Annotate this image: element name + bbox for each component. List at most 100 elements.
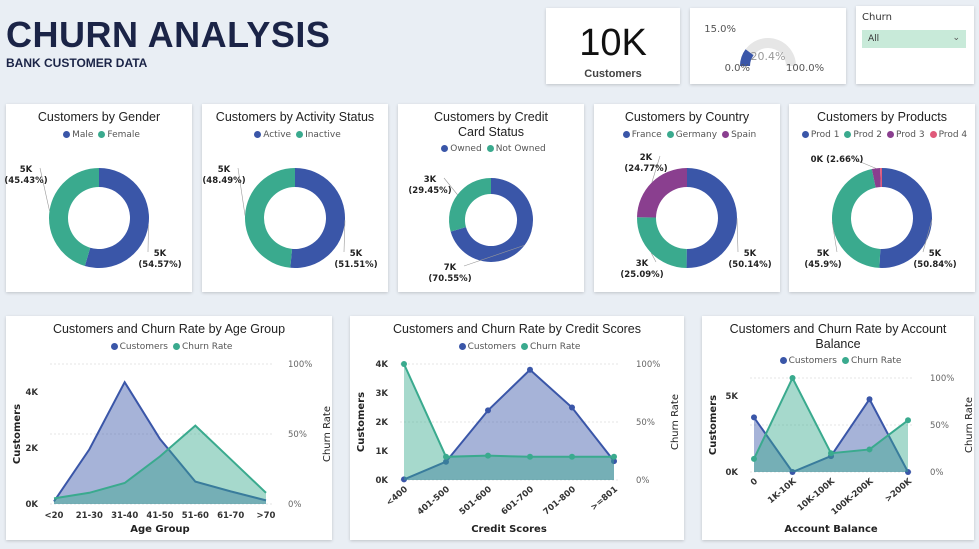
donut-chart: 5K(54.57%)5K(45.43%) xyxy=(4,165,181,270)
data-point xyxy=(485,407,491,414)
chevron-down-icon: ⌄ xyxy=(952,33,960,43)
data-point xyxy=(401,361,407,367)
donut-label-value: 2K xyxy=(640,153,653,163)
x-tick-label: >70 xyxy=(257,511,276,521)
y-axis-label: Customers xyxy=(356,392,367,452)
gauge-max-label: 100.0% xyxy=(786,63,824,74)
y-tick-label: 3K xyxy=(375,389,388,399)
y2-tick-label: 50% xyxy=(288,430,307,440)
x-tick-label: 501-600 xyxy=(458,485,494,518)
y-tick-label: 1K xyxy=(375,447,388,457)
donut-label-percent: (51.51%) xyxy=(334,260,377,270)
donut-label-percent: (48.49%) xyxy=(202,176,245,186)
churn-filter-dropdown[interactable]: All ⌄ xyxy=(862,30,966,48)
y2-tick-label: 100% xyxy=(636,360,660,370)
donut-label-value: 3K xyxy=(424,175,437,185)
donut-leader-line xyxy=(39,167,50,211)
data-point xyxy=(828,450,834,457)
y-tick-label: 0K xyxy=(25,500,38,510)
donut-label-percent: (25.09%) xyxy=(620,270,663,280)
y-tick-label: 4K xyxy=(375,360,388,370)
x-tick-label: 21-30 xyxy=(76,511,103,521)
activity-donut-card: Customers by Activity Status Active Inact… xyxy=(202,104,388,292)
x-tick-label: 100K-200K xyxy=(830,476,876,517)
donut-label-value: 5K xyxy=(218,165,231,175)
filter-selected-value: All xyxy=(868,34,880,44)
data-point xyxy=(905,417,911,424)
y-axis-label: Customers xyxy=(12,404,23,464)
x-tick-label: 41-50 xyxy=(146,511,173,521)
x-tick-label: <400 xyxy=(384,485,410,509)
y2-tick-label: 100% xyxy=(288,360,312,370)
donut-slice xyxy=(290,168,346,268)
data-point xyxy=(527,453,533,460)
x-axis-label: Credit Scores xyxy=(471,524,547,535)
data-point xyxy=(443,453,449,460)
account-balance-chart-card: Customers and Churn Rate by Account Bala… xyxy=(702,316,975,540)
donut-label-percent: (54.57%) xyxy=(138,260,181,270)
y2-tick-label: 0% xyxy=(930,468,944,478)
area-chart: 0%50%100%0K5K0 1K-10K10K-100K100K-200K >20… xyxy=(708,374,975,535)
y2-tick-label: 50% xyxy=(636,418,655,428)
country-donut-card: Customers by Country France Germany Spain … xyxy=(594,104,780,292)
y-tick-label: 4K xyxy=(25,388,38,398)
x-tick-label: 701-800 xyxy=(542,485,578,518)
donut-slice xyxy=(449,178,491,232)
x-tick-label: 31-40 xyxy=(111,511,138,521)
churn-rate-gauge: 20.4% 15.0% 0.0% 100.0% xyxy=(704,24,824,74)
y2-tick-label: 0% xyxy=(288,500,302,510)
data-point xyxy=(866,396,873,403)
credit-score-chart-card: Customers and Churn Rate by Credit Score… xyxy=(350,316,684,540)
products-donut-card: Customers by Products Prod 1 Prod 2 Prod 3… xyxy=(789,104,975,292)
y2-tick-label: 100% xyxy=(930,374,954,384)
data-point xyxy=(751,455,757,462)
credit-card-donut-card: Customers by Credit Card Status Owned Not… xyxy=(398,104,584,292)
donut-label-percent: (70.55%) xyxy=(428,274,471,284)
x-axis-label: Age Group xyxy=(130,524,189,535)
y2-axis-label: Churn Rate xyxy=(322,406,333,462)
x-tick-label: <20 xyxy=(45,511,64,521)
x-tick-label: >200K xyxy=(883,476,914,504)
x-tick-label: 0 xyxy=(749,477,760,489)
age-group-chart-card: Customers and Churn Rate by Age Group Cu… xyxy=(6,316,333,540)
kpi-label: Customers xyxy=(584,68,642,80)
data-point xyxy=(527,366,533,373)
data-point xyxy=(569,404,575,411)
y2-axis-label: Churn Rate xyxy=(964,397,975,453)
dashboard-title: CHURN ANALYSIS xyxy=(6,14,331,55)
donut-label-value: 5K xyxy=(20,165,33,175)
donut-chart: 5K(50.84%)5K(45.9%)0K (2.66%) xyxy=(804,155,956,270)
churn-filter-card: Churn All ⌄ xyxy=(856,6,974,84)
gauge-min-label: 0.0% xyxy=(725,63,750,74)
donut-label-value: 7K xyxy=(444,263,457,273)
data-point xyxy=(485,452,491,459)
y-tick-label: 0K xyxy=(725,468,738,478)
data-point xyxy=(866,446,873,453)
donut-label-value: 5K xyxy=(817,249,830,259)
gauge-value-label: 20.4% xyxy=(751,50,786,63)
x-tick-label: >=801 xyxy=(589,485,620,513)
donut-chart: 7K(70.55%) 3K(29.45%) xyxy=(408,175,533,284)
x-tick-label: 401-500 xyxy=(416,485,452,518)
gauge-target-label: 15.0% xyxy=(704,24,736,35)
donut-label-percent: (29.45%) xyxy=(408,186,451,196)
area-chart: 0% 50% 100% 0K 1K 2K 3K 4K <400 401-500 501-600 601… xyxy=(356,360,681,535)
data-point xyxy=(789,375,796,381)
donut-label-value: 5K xyxy=(929,249,942,259)
y2-tick-label: 0% xyxy=(636,476,650,486)
y-tick-label: 2K xyxy=(25,444,38,454)
gender-donut-card: Customers by Gender Male Female 5K (54.57%… xyxy=(4,104,192,292)
donut-label-value: 5K xyxy=(744,249,757,259)
filter-label: Churn xyxy=(862,12,892,23)
donut-label-value: 5K xyxy=(154,249,167,259)
dashboard-subtitle: BANK CUSTOMER DATA xyxy=(6,56,148,70)
donut-label-value: 3K xyxy=(636,259,649,269)
y2-tick-label: 50% xyxy=(930,421,949,431)
donut-label-percent: (24.77%) xyxy=(624,164,667,174)
donut-label-percent: (50.84%) xyxy=(913,260,956,270)
gauge-card-churn-rate: 20.4% 15.0% 0.0% 100.0% xyxy=(690,8,846,84)
x-axis-label: Account Balance xyxy=(784,524,878,535)
donut-chart: 5K(51.51%)5K(48.49%) xyxy=(202,165,377,270)
donut-leader-line xyxy=(736,218,739,253)
donut-label-value: 5K xyxy=(350,249,363,259)
